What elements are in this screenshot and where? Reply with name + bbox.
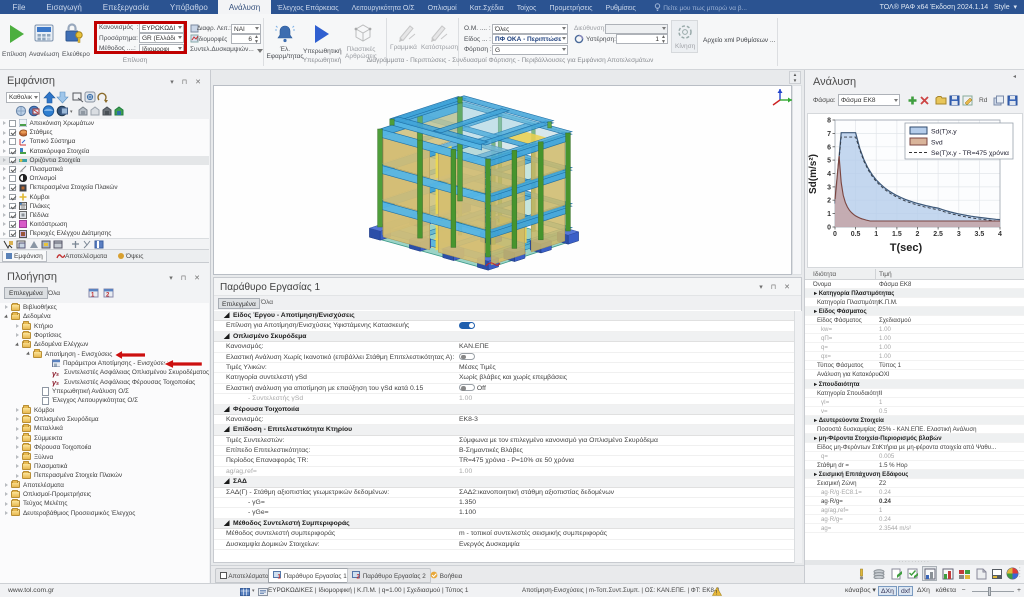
svg-text:2.5: 2.5 [933,231,943,238]
svg-text:4: 4 [827,171,831,178]
svg-text:1.5: 1.5 [892,231,902,238]
svg-text:0: 0 [833,231,837,238]
svg-text:7: 7 [827,131,831,138]
svg-text:8: 8 [827,118,831,125]
svg-text:Sd(T)x,y: Sd(T)x,y [931,129,957,136]
svg-text:4: 4 [998,231,1002,238]
svg-text:3: 3 [827,184,831,191]
svg-text:Sd(m/s²): Sd(m/s²) [808,154,819,194]
svg-text:3.5: 3.5 [975,231,985,238]
svg-text:1: 1 [874,231,878,238]
svg-text:6: 6 [827,144,831,151]
svg-text:2: 2 [916,231,920,238]
svg-text:2: 2 [827,198,831,205]
svg-text:3: 3 [957,231,961,238]
svg-text:T(sec): T(sec) [890,242,923,254]
svg-text:Se(T)x,y - TR=475 χρόνια: Se(T)x,y - TR=475 χρόνια [931,149,1009,157]
svg-text:0.5: 0.5 [851,231,861,238]
svg-text:5: 5 [827,158,831,165]
svg-text:Svd: Svd [931,140,943,147]
svg-text:0: 0 [827,225,831,232]
svg-text:1: 1 [827,211,831,218]
